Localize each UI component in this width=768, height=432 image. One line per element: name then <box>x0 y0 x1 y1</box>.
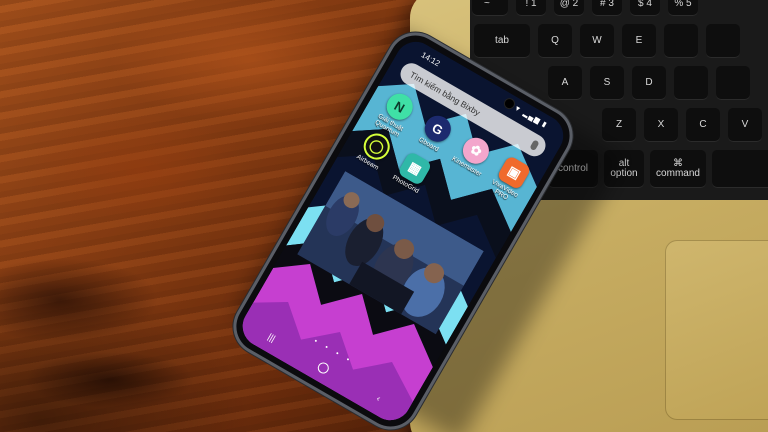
key-z[interactable]: Z <box>602 108 636 142</box>
key-tilde[interactable]: ~ ` <box>472 0 508 16</box>
key-t[interactable] <box>706 24 740 58</box>
key-c[interactable]: C <box>686 108 720 142</box>
key-1[interactable]: ! 1 <box>516 0 546 16</box>
wooden-table: ~ ` ! 1 @ 2 # 3 $ 4 % 5 tab Q W E A S D … <box>0 0 768 432</box>
key-4[interactable]: $ 4 <box>630 0 660 16</box>
key-tab[interactable]: tab <box>474 24 530 58</box>
recent-apps-icon[interactable]: ||| <box>266 332 277 344</box>
key-g[interactable] <box>716 66 750 100</box>
key-2[interactable]: @ 2 <box>554 0 584 16</box>
key-s[interactable]: S <box>590 66 624 100</box>
key-w[interactable]: W <box>580 24 614 58</box>
key-x[interactable]: X <box>644 108 678 142</box>
key-q[interactable]: Q <box>538 24 572 58</box>
key-a[interactable]: A <box>548 66 582 100</box>
key-space[interactable] <box>712 150 768 188</box>
key-f[interactable] <box>674 66 708 100</box>
key-e[interactable]: E <box>622 24 656 58</box>
key-3[interactable]: # 3 <box>592 0 622 16</box>
home-icon[interactable] <box>315 360 331 376</box>
key-5[interactable]: % 5 <box>668 0 698 16</box>
laptop-trackpad[interactable] <box>665 240 768 420</box>
key-r[interactable] <box>664 24 698 58</box>
key-d[interactable]: D <box>632 66 666 100</box>
back-icon[interactable]: ‹ <box>375 393 383 403</box>
key-v[interactable]: V <box>728 108 762 142</box>
microphone-icon[interactable] <box>529 139 540 152</box>
key-command[interactable]: ⌘ command <box>650 150 706 188</box>
